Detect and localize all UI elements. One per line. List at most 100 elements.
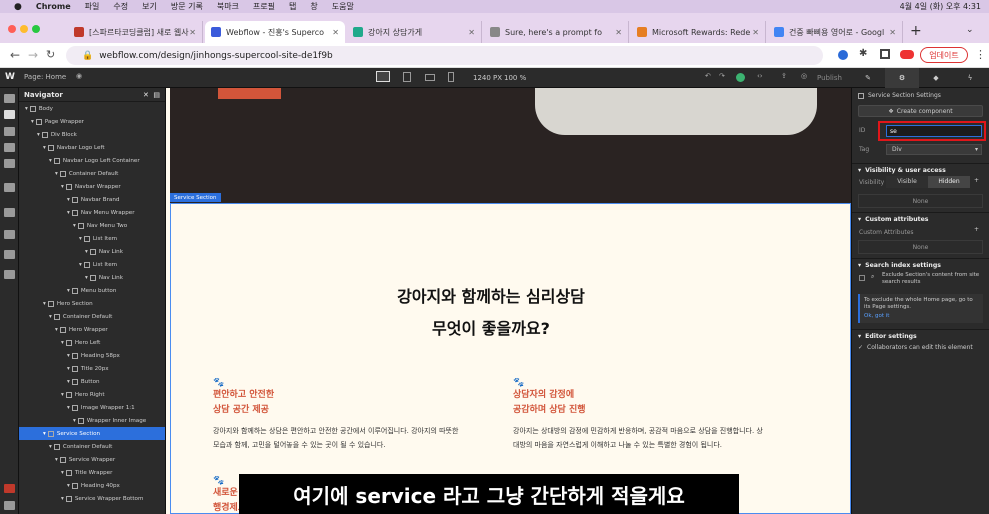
caret-icon[interactable]: ▾	[67, 353, 70, 359]
navigator-item[interactable]: ▾ List Item	[19, 258, 165, 271]
minimize-window-button[interactable]	[20, 25, 28, 33]
back-icon[interactable]: ←	[10, 48, 20, 62]
tab-sparta[interactable]: [스파르타코딩클럽] 새로 웹사 ✕	[68, 21, 203, 43]
publish-button[interactable]: Publish	[817, 74, 842, 82]
navigator-item[interactable]: ▾ Navbar Logo Left Container	[19, 154, 165, 167]
navigator-item[interactable]: ▾ Hero Wrapper	[19, 323, 165, 336]
address-bar[interactable]: 🔒 webflow.com/design/jinhongs-supercool-…	[66, 46, 823, 65]
navigator-item[interactable]: ▾ Container Default	[19, 310, 165, 323]
new-tab-button[interactable]: +	[910, 23, 922, 39]
exclude-checkbox[interactable]	[859, 275, 865, 281]
desktop-breakpoint-icon[interactable]	[376, 71, 390, 82]
menu-bookmarks[interactable]: 북마크	[217, 1, 239, 12]
menu-view[interactable]: 보기	[142, 1, 157, 12]
reload-icon[interactable]: ↻	[46, 48, 55, 61]
caret-icon[interactable]: ▾	[73, 418, 76, 424]
page-selector[interactable]: Page: Home	[24, 73, 66, 81]
caret-icon[interactable]: ▾	[49, 444, 52, 450]
caret-icon[interactable]: ▾	[61, 470, 64, 476]
id-input[interactable]: se	[886, 125, 982, 137]
navigator-item[interactable]: ▾ Menu button	[19, 284, 165, 297]
tab-search-chevron-icon[interactable]: ⌄	[966, 25, 974, 35]
navigator-item[interactable]: ▾ Service Wrapper	[19, 453, 165, 466]
navigator-item[interactable]: ▾ Wrapper Inner Image	[19, 414, 165, 427]
settings-panel-tab[interactable]: ⚙	[885, 68, 919, 88]
tablet-breakpoint-icon[interactable]	[403, 72, 411, 82]
navigator-item[interactable]: ▾ Hero Right	[19, 388, 165, 401]
close-tab-icon[interactable]: ✕	[889, 28, 896, 37]
record-icon[interactable]	[4, 484, 15, 493]
navigator-item[interactable]: ▾ Heading 58px	[19, 349, 165, 362]
undo-icon[interactable]: ↶	[705, 72, 711, 80]
mobile-landscape-icon[interactable]	[425, 74, 435, 81]
navigator-item[interactable]: ▾ Nav Link	[19, 271, 165, 284]
settings-gear-icon[interactable]	[4, 270, 15, 279]
webflow-logo-icon[interactable]: W	[5, 72, 15, 82]
search-icon[interactable]	[4, 501, 15, 510]
caret-icon[interactable]: ▾	[85, 249, 88, 255]
navigator-item[interactable]: ▾ Image Wrapper 1:1	[19, 401, 165, 414]
editor-settings-header[interactable]: ▾ Editor settings	[852, 329, 989, 342]
visibility-section-header[interactable]: ▾ Visibility & user access	[852, 163, 989, 176]
users-icon[interactable]	[4, 208, 15, 217]
create-component-button[interactable]: ❖ Create component	[858, 105, 983, 117]
more-menu-icon[interactable]: ⋮	[975, 48, 986, 61]
share-icon[interactable]: ⇪	[781, 72, 787, 80]
navigator-item[interactable]: ▾ Heading 40px	[19, 479, 165, 492]
navigator-icon[interactable]	[4, 110, 15, 119]
caret-icon[interactable]: ▾	[85, 275, 88, 281]
tab-dog-shop[interactable]: 강아지 상담가게 ✕	[347, 21, 482, 43]
service-section[interactable]	[170, 203, 851, 514]
close-tab-icon[interactable]: ✕	[468, 28, 475, 37]
caret-icon[interactable]: ▾	[67, 483, 70, 489]
navigator-item[interactable]: ▾ Navbar Wrapper	[19, 180, 165, 193]
mobile-portrait-icon[interactable]	[448, 72, 454, 82]
hidden-toggle[interactable]: Hidden	[928, 176, 970, 188]
ecommerce-icon[interactable]	[4, 230, 15, 239]
search-index-header[interactable]: ▾ Search index settings	[852, 258, 989, 271]
navigator-item[interactable]: ▾ Container Default	[19, 167, 165, 180]
design-canvas[interactable]: Service Section 강아지와 함께하는 심리상담 무엇이 좋을까요?…	[166, 88, 851, 514]
dock-icon[interactable]: ▤	[153, 91, 160, 99]
caret-icon[interactable]: ▾	[55, 457, 58, 463]
caret-icon[interactable]: ▾	[67, 288, 70, 294]
caret-icon[interactable]: ▾	[61, 496, 64, 502]
caret-icon[interactable]: ▾	[55, 171, 58, 177]
feature-card[interactable]: 🐾 상담자의 감정에 공감하며 상담 진행 강아지는 상대방의 감정에 민감하게…	[513, 378, 813, 452]
navigator-item[interactable]: ▾ Body	[19, 102, 165, 115]
caret-icon[interactable]: ▾	[55, 327, 58, 333]
navigator-item[interactable]: ▾ Container Default	[19, 440, 165, 453]
caret-icon[interactable]: ▾	[79, 262, 82, 268]
components-icon[interactable]	[4, 127, 15, 136]
menu-help[interactable]: 도움말	[332, 1, 354, 12]
caret-icon[interactable]: ▾	[61, 392, 64, 398]
navigator-item[interactable]: ▾ Page Wrapper	[19, 115, 165, 128]
menu-profile[interactable]: 프로필	[253, 1, 275, 12]
menu-tab[interactable]: 탭	[289, 1, 296, 12]
pages-icon[interactable]	[4, 159, 15, 168]
navigator-item[interactable]: ▾ Title 20px	[19, 362, 165, 375]
navigator-item[interactable]: ▾ Hero Left	[19, 336, 165, 349]
hero-button[interactable]	[218, 88, 281, 99]
service-title-line1[interactable]: 강아지와 함께하는 심리상담	[166, 283, 816, 307]
navigator-item[interactable]: ▾ Navbar Brand	[19, 193, 165, 206]
caret-icon[interactable]: ▾	[67, 405, 70, 411]
preview-icon[interactable]: ◎	[801, 72, 807, 80]
navigator-item[interactable]: ▾ Service Wrapper Bottom	[19, 492, 165, 505]
navigator-item[interactable]: ▾ Service Section	[19, 427, 165, 440]
close-tab-icon[interactable]: ✕	[189, 28, 196, 37]
style-selectors-icon[interactable]	[4, 143, 15, 152]
caret-icon[interactable]: ▾	[37, 132, 40, 138]
caret-icon[interactable]: ▾	[61, 340, 64, 346]
navigator-item[interactable]: ▾ Nav Menu Two	[19, 219, 165, 232]
forward-icon[interactable]: →	[28, 48, 38, 62]
add-attribute-icon[interactable]: +	[974, 226, 979, 233]
menu-file[interactable]: 파일	[85, 1, 100, 12]
style-manager-tab[interactable]: ◆	[919, 68, 953, 88]
navigator-item[interactable]: ▾ Div Block	[19, 128, 165, 141]
update-button[interactable]: 업데이트	[920, 47, 968, 63]
eye-icon[interactable]: ◉	[76, 72, 82, 80]
app-menu[interactable]: Chrome	[36, 2, 71, 11]
navigator-item[interactable]: ▾ Hero Section	[19, 297, 165, 310]
caret-icon[interactable]: ▾	[31, 119, 34, 125]
